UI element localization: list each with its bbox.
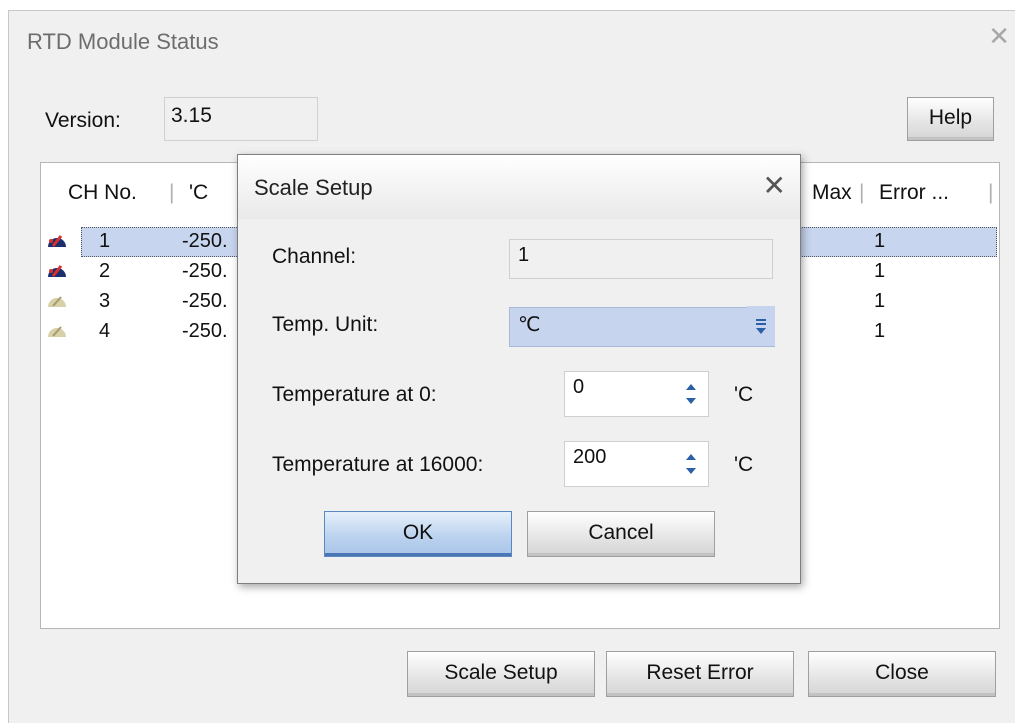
channel-label: Channel: [272,245,357,268]
version-label: Version: [45,109,121,132]
temp-unit-label: Temp. Unit: [272,313,379,336]
inactive-gauge-icon [48,326,66,337]
dialog-close-button[interactable]: ✕ [763,169,786,202]
temp-at-0-spinner[interactable] [683,372,701,416]
chevron-down-icon[interactable] [747,306,775,346]
row-ch-number: 1 [99,230,111,252]
help-button[interactable]: Help [907,97,994,141]
row-celsius-value: -250. [182,260,228,282]
dialog-title: Scale Setup [254,175,373,200]
header-error[interactable]: Error ... [879,181,949,205]
channel-field: 1 [509,239,773,279]
temp-at-16000-label: Temperature at 16000: [272,453,484,476]
row-ch-number: 3 [99,290,111,312]
temp-unit-select[interactable]: ℃ [509,307,775,347]
active-gauge-icon [48,265,66,277]
header-separator: | [169,181,175,204]
reset-error-button[interactable]: Reset Error [606,651,794,697]
header-max[interactable]: Max [812,181,852,205]
temp-at-16000-unit: 'C [734,453,754,476]
row-ch-number: 4 [99,320,111,342]
scale-setup-button[interactable]: Scale Setup [407,651,595,697]
inactive-gauge-icon [48,296,66,307]
header-ch-no[interactable]: CH No. [68,181,137,205]
close-button[interactable]: Close [808,651,996,697]
temp-at-0-unit: 'C [734,383,754,406]
version-field: 3.15 [164,97,318,141]
scale-setup-dialog: Scale Setup ✕ Channel: 1 Temp. Unit: ℃ T… [237,154,801,584]
header-celsius[interactable]: 'C [189,181,208,205]
temp-at-16000-spinner[interactable] [683,442,701,486]
row-celsius-value: -250. [182,290,228,312]
row-celsius-value: -250. [182,230,228,252]
ok-button[interactable]: OK [324,511,512,557]
spin-up-icon[interactable] [686,454,696,460]
row-error-value: 1 [874,260,886,282]
spin-down-icon[interactable] [686,398,696,404]
row-ch-number: 2 [99,260,111,282]
row-celsius-value: -250. [182,320,228,342]
header-separator: | [859,181,865,204]
dialog-title-bar: Scale Setup ✕ [238,155,800,219]
window-title: RTD Module Status [27,29,219,54]
title-bar: RTD Module Status ✕ [9,11,1015,75]
window-close-button[interactable]: ✕ [988,21,1010,52]
row-error-value: 1 [874,290,886,312]
row-error-value: 1 [874,320,886,342]
active-gauge-icon [48,235,66,247]
cancel-button[interactable]: Cancel [527,511,715,557]
header-separator: | [988,181,994,204]
spin-up-icon[interactable] [686,384,696,390]
spin-down-icon[interactable] [686,468,696,474]
row-error-value: 1 [874,230,886,252]
temp-at-0-label: Temperature at 0: [272,383,437,406]
